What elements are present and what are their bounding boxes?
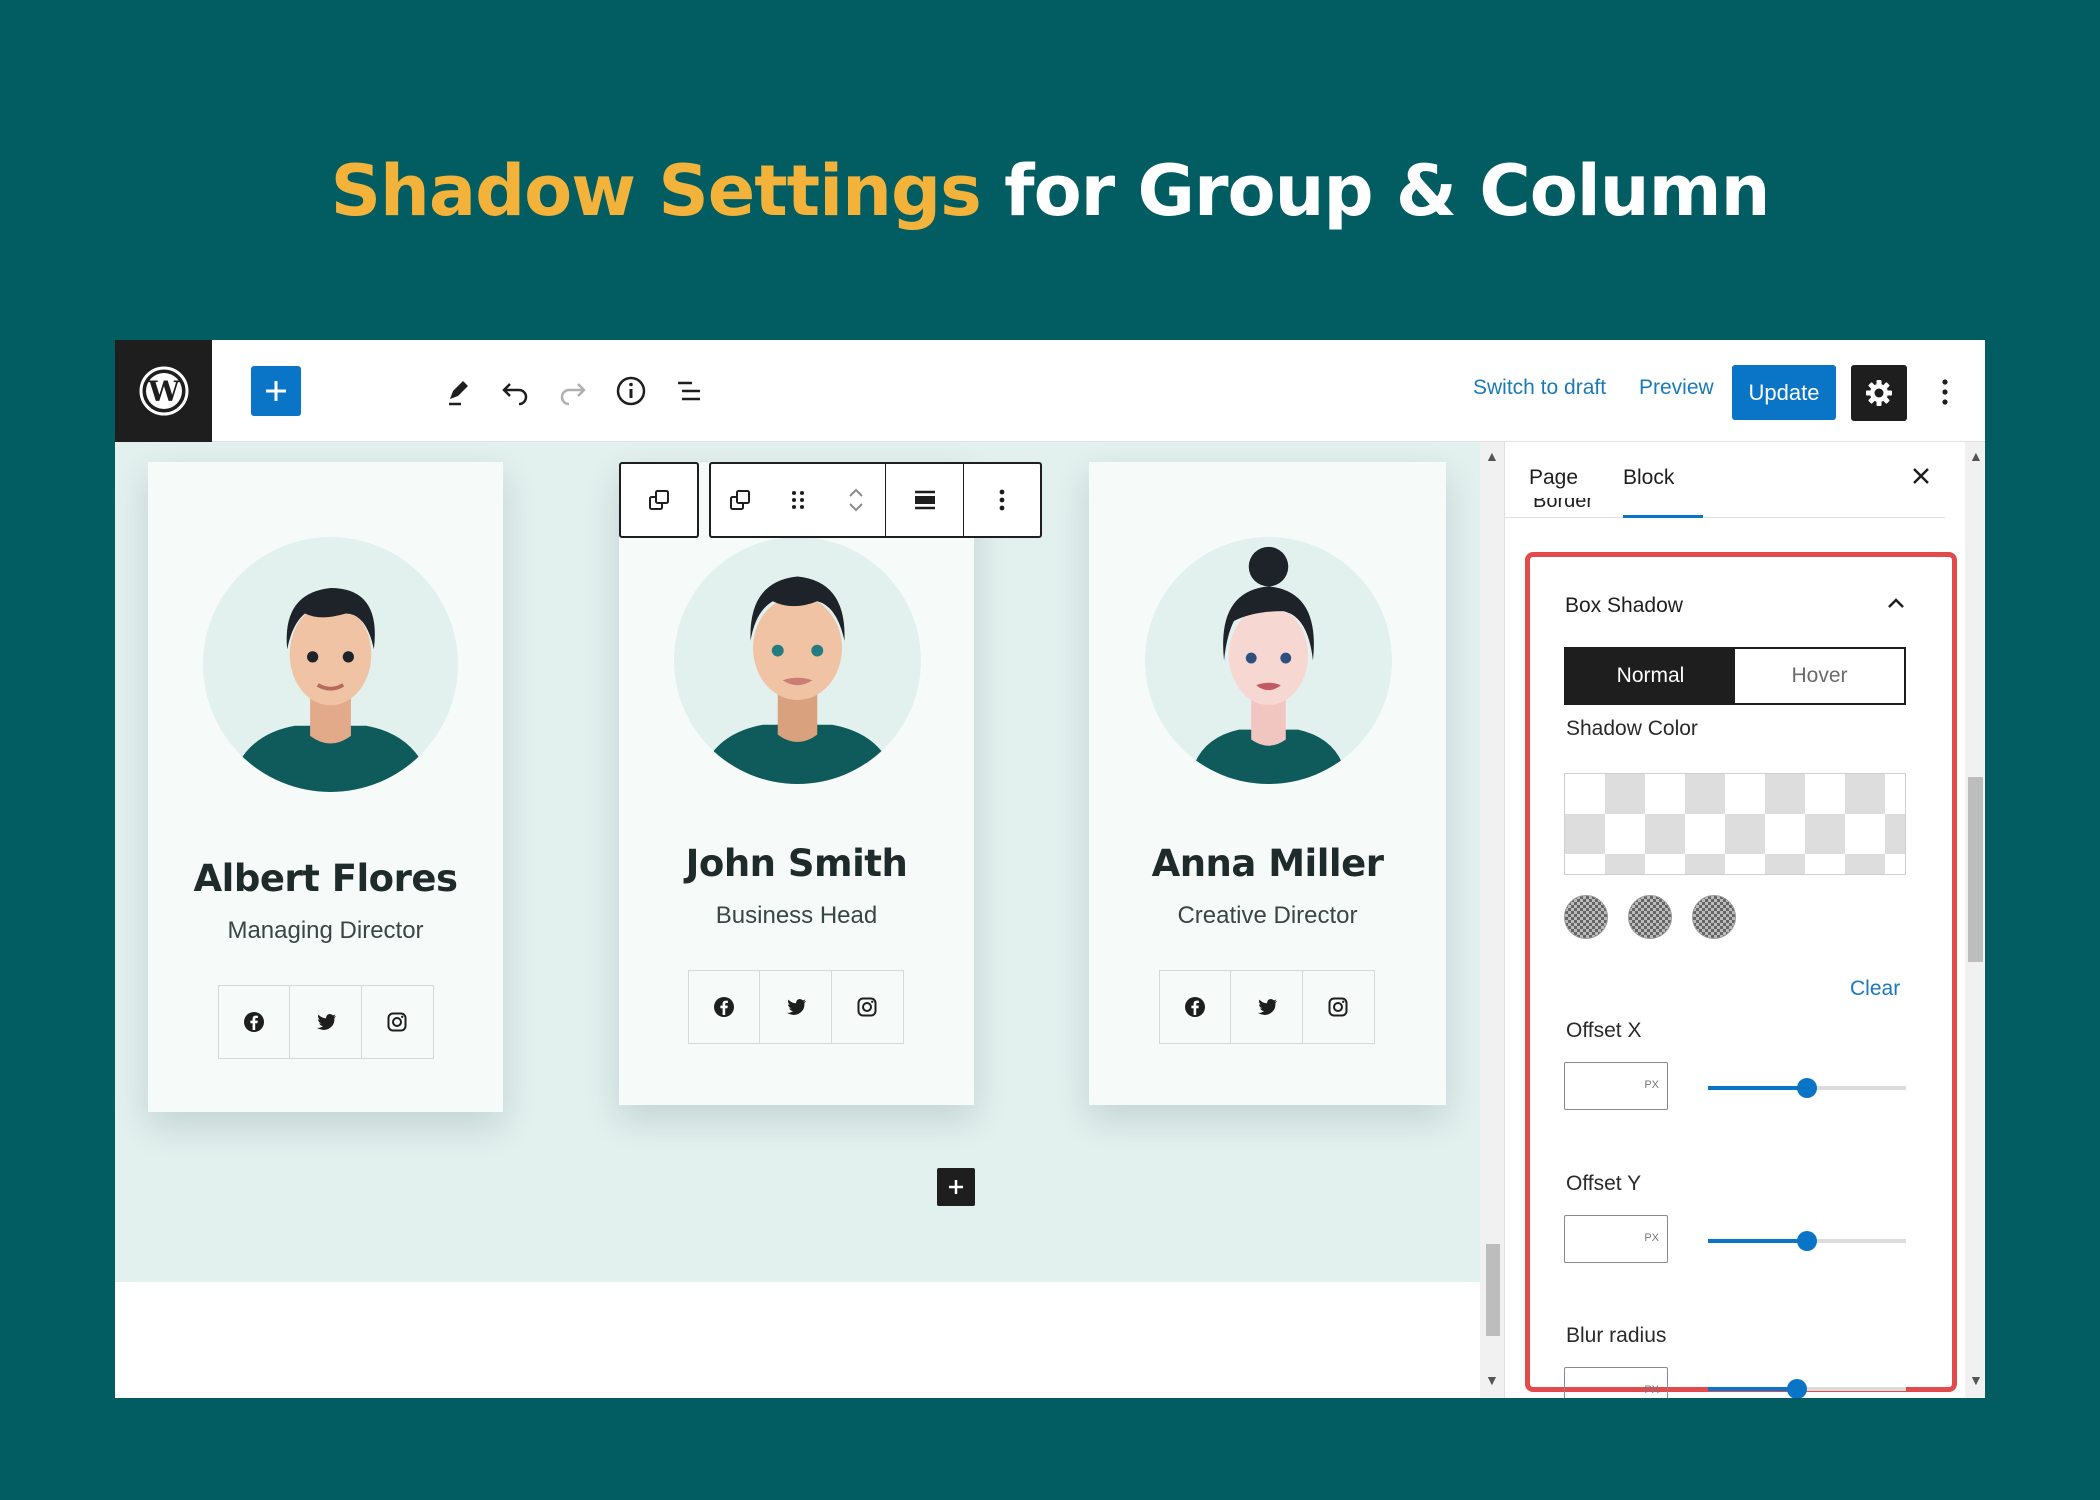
border-section-label[interactable]: Border [1533,498,1593,512]
state-toggle: Normal Hover [1564,647,1906,705]
active-tab-indicator [1623,515,1703,518]
instagram-icon[interactable] [362,986,433,1058]
avatar [1145,537,1392,784]
sidebar-scrollbar[interactable]: ▲ ▼ [1965,442,1985,1398]
info-icon[interactable] [607,367,655,415]
scroll-down-arrow-icon[interactable]: ▼ [1969,1372,1983,1388]
card-role: Business Head [715,902,878,929]
facebook-icon[interactable] [689,971,761,1043]
color-swatch[interactable] [1564,895,1608,939]
box-shadow-panel: Box Shadow Normal Hover Shadow Color Cle… [1525,552,1957,1398]
parent-block-icon[interactable] [621,464,697,536]
avatar [203,537,458,792]
blur-radius-label: Blur radius [1566,1324,1667,1347]
scroll-down-arrow-icon[interactable]: ▼ [1485,1372,1499,1388]
editor-canvas: Albert Flores Managing Director John Smi… [115,442,1480,1398]
page-headline: Shadow Settings for Group & Column [0,150,2100,232]
close-icon[interactable] [1905,460,1937,492]
social-links [218,985,434,1059]
card-name: Albert Flores [193,857,458,900]
unit-label: PX [1644,1384,1659,1396]
offset-x-label: Offset X [1566,1019,1642,1042]
instagram-icon[interactable] [1303,971,1374,1043]
block-mover [711,464,886,536]
preview-link[interactable]: Preview [1639,376,1714,400]
block-options-icon[interactable] [964,464,1040,536]
social-links [688,970,904,1044]
add-inner-block-button[interactable] [937,1168,975,1206]
parent-block-selector[interactable] [619,462,699,538]
twitter-icon[interactable] [760,971,832,1043]
card-role: Managing Director [227,917,424,944]
more-options-icon[interactable] [1933,370,1957,414]
team-card[interactable]: Albert Flores Managing Director [148,462,503,1112]
normal-state-button[interactable]: Normal [1566,649,1735,703]
chevron-up-icon[interactable] [1882,589,1910,617]
twitter-icon[interactable] [1231,971,1303,1043]
undo-icon[interactable] [491,367,539,415]
headline-highlight: Shadow Settings [330,150,982,232]
facebook-icon[interactable] [1160,971,1232,1043]
hover-state-button[interactable]: Hover [1735,649,1904,703]
sidebar-scroll-thumb[interactable] [1968,777,1983,962]
instagram-icon[interactable] [832,971,903,1043]
canvas-scrollbar[interactable]: ▲ ▼ [1480,442,1504,1398]
card-role: Creative Director [1177,902,1358,929]
scroll-up-arrow-icon[interactable]: ▲ [1485,448,1499,464]
align-icon[interactable] [886,464,964,536]
edit-pencil-icon[interactable] [434,367,482,415]
team-card[interactable]: Anna Miller Creative Director [1089,462,1446,1105]
editor-toolbar: W Switch to draft Preview Update [115,340,1985,442]
color-swatch[interactable] [1692,895,1736,939]
offset-y-slider[interactable] [1708,1231,1906,1251]
canvas-scroll-thumb[interactable] [1486,1244,1500,1336]
slider-fill [1708,1387,1798,1391]
offset-x-input[interactable]: PX [1564,1062,1668,1110]
tab-block[interactable]: Block [1623,466,1674,490]
update-button[interactable]: Update [1732,365,1836,420]
blur-radius-input[interactable]: PX [1564,1367,1668,1398]
panel-title: Box Shadow [1565,594,1683,617]
slider-thumb[interactable] [1787,1379,1808,1398]
slider-thumb[interactable] [1797,1078,1817,1098]
tab-page[interactable]: Page [1529,466,1578,490]
team-card-selected[interactable]: John Smith Business Head [619,462,974,1105]
drag-handle-icon[interactable] [783,485,813,515]
scroll-up-arrow-icon[interactable]: ▲ [1969,448,1983,464]
slider-fill [1708,1086,1807,1090]
block-type-icon[interactable] [725,485,755,515]
redo-icon[interactable] [549,367,597,415]
unit-label: PX [1644,1232,1659,1244]
slider-thumb[interactable] [1797,1231,1817,1251]
color-swatch[interactable] [1628,895,1672,939]
switch-to-draft-link[interactable]: Switch to draft [1473,376,1606,400]
offset-y-label: Offset Y [1566,1172,1642,1195]
move-up-down-icon[interactable] [841,485,871,515]
settings-sidebar: Page Block Border Box Shadow Normal Hove… [1504,442,1985,1398]
list-view-icon[interactable] [665,367,713,415]
svg-text:W: W [147,375,180,408]
avatar [674,537,921,784]
card-name: John Smith [685,842,908,885]
clear-color-link[interactable]: Clear [1850,977,1900,1001]
editor-window: W Switch to draft Preview Update Albert … [115,340,1985,1398]
shadow-color-label: Shadow Color [1566,717,1698,740]
wordpress-logo-icon[interactable]: W [115,340,212,442]
add-block-button[interactable] [251,366,301,416]
facebook-icon[interactable] [219,986,291,1058]
twitter-icon[interactable] [290,986,362,1058]
shadow-color-picker[interactable] [1564,773,1906,875]
offset-y-input[interactable]: PX [1564,1215,1668,1263]
slider-fill [1708,1239,1807,1243]
offset-x-slider[interactable] [1708,1078,1906,1098]
card-name: Anna Miller [1151,842,1384,885]
block-toolbar [709,462,1042,538]
social-links [1159,970,1375,1044]
blur-radius-slider[interactable] [1708,1379,1906,1398]
unit-label: PX [1644,1079,1659,1091]
settings-gear-icon[interactable] [1851,365,1907,421]
headline-rest: for Group & Column [1004,150,1770,232]
